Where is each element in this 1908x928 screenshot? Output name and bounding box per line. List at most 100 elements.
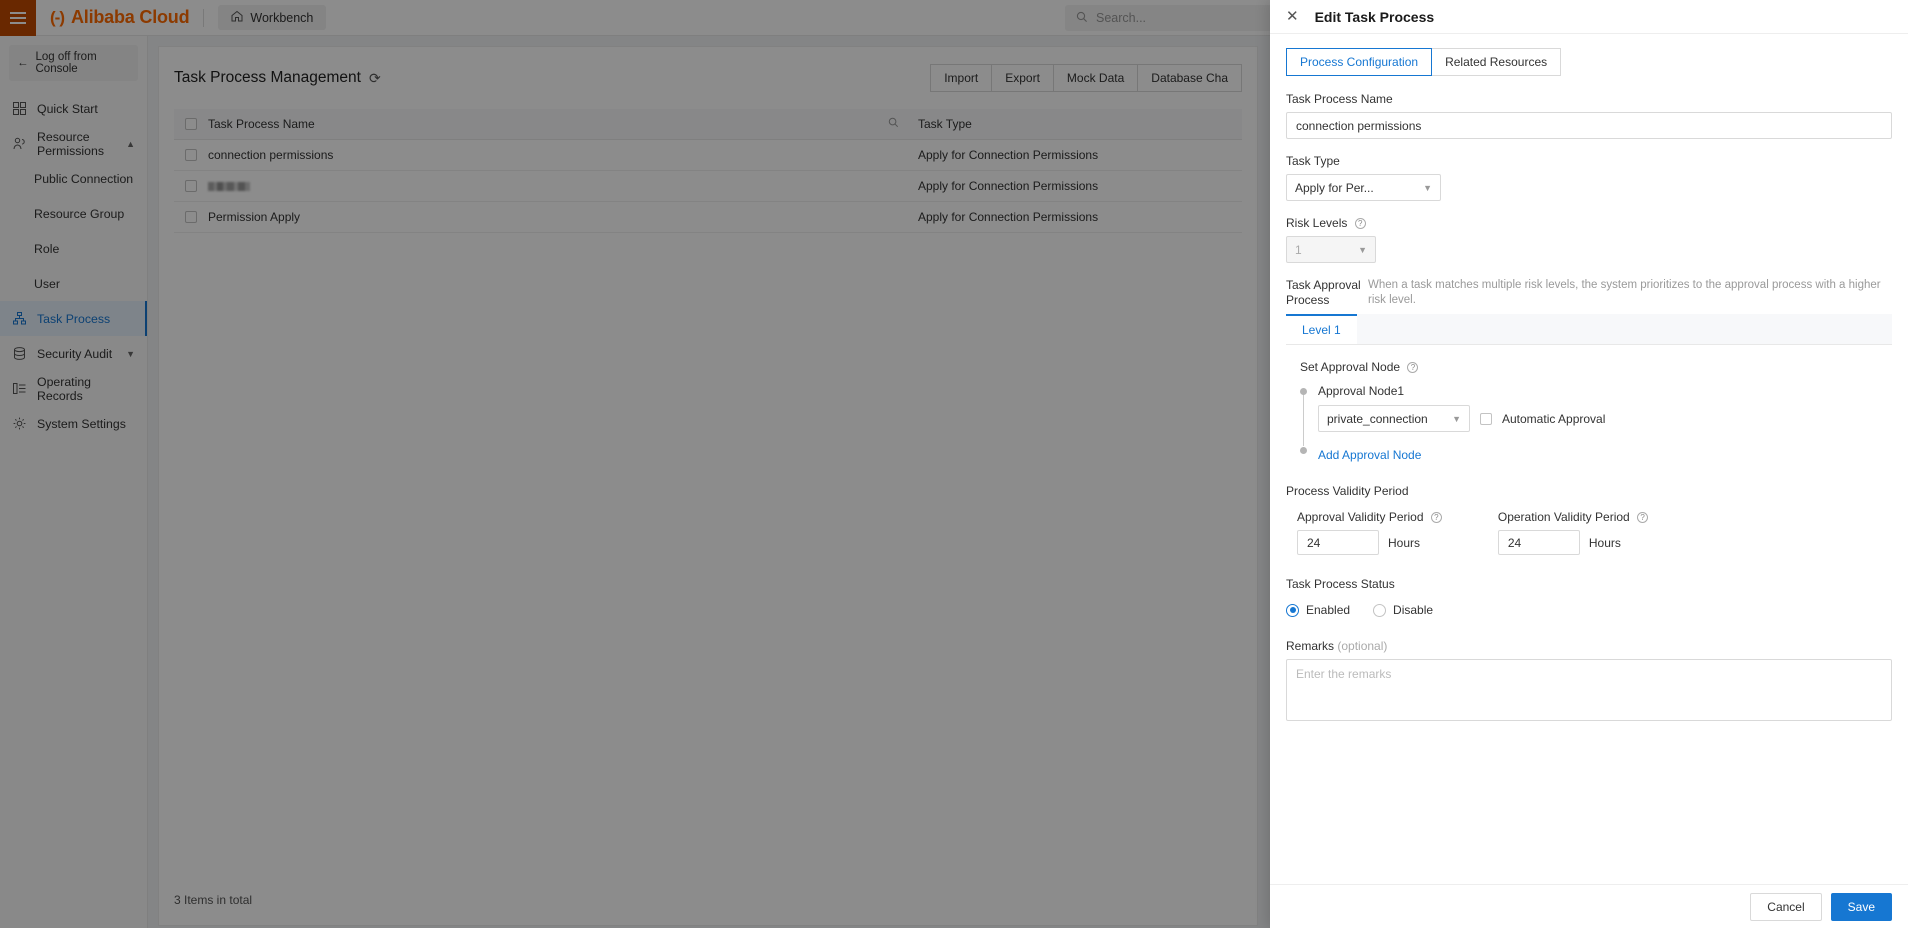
drawer-header: ✕ Edit Task Process (1270, 0, 1908, 34)
gear-icon (12, 417, 27, 430)
radio-label-enabled: Enabled (1306, 603, 1351, 617)
sidebar-item-label: System Settings (37, 416, 126, 431)
chevron-down-icon: ▼ (1358, 244, 1367, 255)
drawer-tab-group: Process Configuration Related Resources (1286, 48, 1892, 76)
tab-related-resources[interactable]: Related Resources (1432, 48, 1562, 76)
remarks-textarea[interactable]: Enter the remarks (1286, 659, 1892, 721)
approval-validity-period-label-text: Approval Validity Period (1297, 510, 1424, 524)
cancel-button[interactable]: Cancel (1750, 892, 1822, 921)
operation-validity-period-label-text: Operation Validity Period (1497, 510, 1630, 524)
chevron-down-icon[interactable]: ▼ (126, 349, 135, 359)
risk-levels-value: 1 (1295, 242, 1302, 257)
chevron-down-icon: ▼ (1452, 413, 1461, 424)
risk-levels-label-text: Risk Levels (1286, 216, 1348, 230)
global-search-placeholder: Search... (1096, 11, 1147, 25)
arrow-left-icon: ← (17, 57, 29, 69)
radio-label-disable: Disable (1393, 603, 1434, 617)
table-header-row: Task Process Name Task Type (174, 109, 1242, 140)
sitemap-icon (12, 312, 27, 325)
toolbar-button-export[interactable]: Export (991, 64, 1053, 92)
row-checkbox[interactable] (185, 180, 197, 192)
approval-validity-period-input[interactable]: 24 (1297, 530, 1379, 555)
tab-level-1[interactable]: Level 1 (1286, 314, 1357, 344)
status-option-enabled[interactable]: Enabled (1286, 603, 1364, 617)
row-checkbox-cell (174, 149, 208, 161)
radio-enabled[interactable] (1286, 603, 1299, 617)
page-title: Task Process Management (174, 69, 361, 86)
main-content-card: Task Process Management ⟳ Import Export Mo… (158, 46, 1258, 926)
column-header-task-type: Task Type (918, 117, 972, 131)
workbench-button[interactable]: Workbench (218, 5, 327, 30)
table-row[interactable]: Permission Apply Apply for Connection Per… (174, 202, 1242, 233)
sidebar-item-system-settings[interactable]: System Settings (0, 406, 147, 441)
toolbar-button-import[interactable]: Import (930, 64, 992, 92)
database-icon (12, 347, 27, 360)
refresh-icon[interactable]: ⟳ (369, 70, 381, 87)
table-row[interactable]: Apply for Connection Permissions (174, 171, 1242, 202)
cell-name-wrapper (208, 181, 888, 191)
brand-logo: (-) Alibaba Cloud (50, 7, 190, 28)
add-node-bullet-icon (1300, 447, 1307, 454)
search-icon (1076, 11, 1088, 26)
select-all-checkbox[interactable] (185, 118, 197, 130)
tab-process-configuration[interactable]: Process Configuration (1286, 48, 1433, 76)
sidebar-item-user[interactable]: User (0, 266, 147, 301)
sidebar-item-label: Resource Group (34, 206, 125, 221)
task-type-select[interactable]: Apply for Per... ▼ (1286, 174, 1441, 201)
operation-validity-period-row: 24 Hours (1497, 530, 1648, 555)
add-approval-node-link[interactable]: Add Approval Node (1318, 448, 1892, 462)
sidebar-item-quick-start[interactable]: Quick Start (0, 91, 147, 126)
task-approval-process-label: Task Approval Process (1286, 278, 1368, 308)
risk-levels-select[interactable]: 1 ▼ (1286, 236, 1376, 263)
sidebar-item-resource-permissions[interactable]: Resource Permissions ▲ (0, 126, 147, 161)
hamburger-menu-icon[interactable] (0, 0, 36, 36)
task-approval-label-line2: Process (1286, 293, 1330, 307)
toolbar-button-mock-data[interactable]: Mock Data (1052, 64, 1138, 92)
field-task-type: Task Type Apply for Per... ▼ (1286, 154, 1892, 201)
task-approval-process-header: Task Approval Process When a task matche… (1286, 278, 1892, 308)
operation-validity-period-label: Operation Validity Period ? (1497, 510, 1649, 524)
sidebar-item-operating-records[interactable]: Operating Records (0, 371, 147, 406)
sidebar-item-task-process[interactable]: Task Process (0, 301, 147, 336)
edit-task-process-drawer: ✕ Edit Task Process Process Configuratio… (1270, 0, 1908, 928)
drawer-title: Edit Task Process (1314, 8, 1435, 25)
approval-node-1-select[interactable]: private_connection ▼ (1318, 405, 1470, 432)
row-checkbox[interactable] (185, 211, 197, 223)
status-option-disable[interactable]: Disable (1373, 603, 1447, 617)
risk-levels-label: Risk Levels ? (1286, 216, 1892, 230)
field-risk-levels: Risk Levels ? 1 ▼ (1286, 216, 1892, 263)
drawer-footer: Cancel Save (1270, 884, 1908, 928)
toolbar-button-database-cha[interactable]: Database Cha (1137, 64, 1242, 92)
chevron-up-icon[interactable]: ▲ (126, 139, 135, 149)
save-button[interactable]: Save (1830, 892, 1892, 921)
help-icon[interactable]: ? (1407, 362, 1419, 373)
task-process-status-title: Task Process Status (1286, 577, 1395, 591)
help-icon[interactable]: ? (1430, 512, 1442, 523)
brand-name: Alibaba Cloud (70, 7, 190, 27)
sidebar-item-security-audit[interactable]: Security Audit ▼ (0, 336, 147, 371)
row-checkbox-cell (174, 211, 208, 223)
help-icon[interactable]: ? (1354, 218, 1366, 229)
log-off-label: Log off from Console (35, 51, 97, 75)
process-validity-period-title: Process Validity Period (1286, 484, 1409, 498)
help-icon[interactable]: ? (1637, 512, 1649, 523)
sidebar-item-public-connection[interactable]: Public Connection (0, 161, 147, 196)
radio-disable[interactable] (1373, 603, 1387, 617)
cell-task-type: Apply for Connection Permissions (918, 210, 1099, 224)
automatic-approval-checkbox[interactable] (1480, 412, 1492, 425)
sidebar-item-label: Operating Records (37, 374, 92, 403)
column-search-icon[interactable] (888, 117, 918, 131)
task-process-name-input[interactable]: connection permissions (1286, 112, 1892, 139)
table-row[interactable]: connection permissions Apply for Connecti… (174, 140, 1242, 171)
row-checkbox[interactable] (185, 149, 197, 161)
remarks-label-text: Remarks (1286, 639, 1335, 653)
task-type-label: Task Type (1286, 154, 1340, 168)
sidebar-item-role[interactable]: Role (0, 231, 147, 266)
log-off-button[interactable]: ← Log off from Console (9, 45, 138, 81)
page-toolbar: Import Export Mock Data Database Cha (930, 64, 1242, 92)
alibaba-cloud-logo-icon: (-) (50, 7, 65, 27)
close-icon[interactable]: ✕ (1286, 9, 1299, 24)
sidebar-item-resource-group[interactable]: Resource Group (0, 196, 147, 231)
grid-icon (12, 102, 27, 115)
operation-validity-period-input[interactable]: 24 (1497, 530, 1580, 555)
